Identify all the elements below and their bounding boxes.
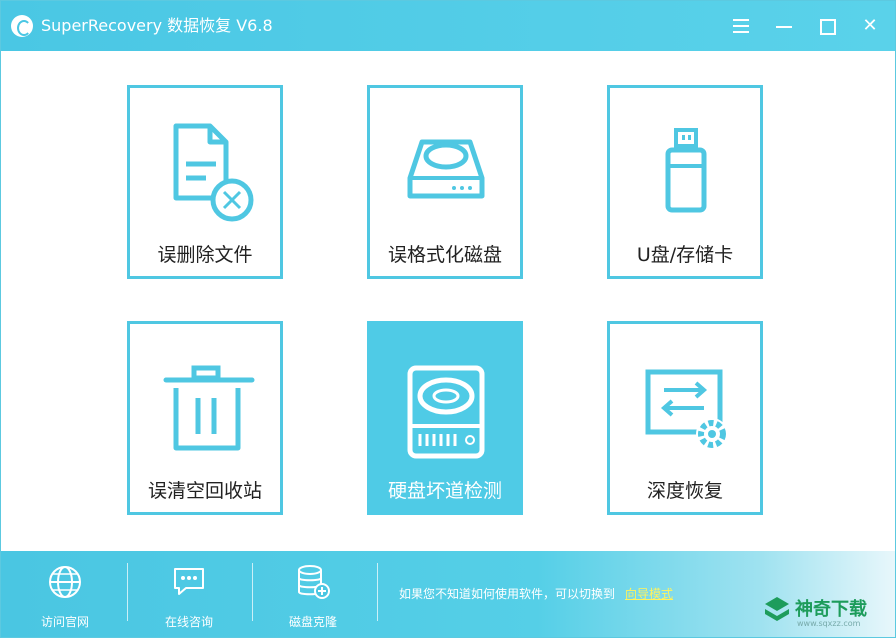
footer-bar: 访问官网 在线咨询 磁盘克隆 如果您不知道如何使用软件，可以切换到 向导模式 神…: [1, 551, 895, 637]
divider: [252, 563, 253, 621]
minimize-button[interactable]: [771, 13, 797, 39]
mode-card-formatted-disk[interactable]: 误格式化磁盘: [367, 85, 523, 279]
online-consult-button[interactable]: 在线咨询: [139, 561, 239, 631]
minimize-icon: [776, 26, 792, 28]
watermark: 神奇下载 www.sqxzz.com: [763, 593, 888, 633]
guide-hint-text: 如果您不知道如何使用软件，可以切换到: [399, 587, 616, 601]
mode-label: 误删除文件: [157, 244, 253, 266]
divider: [127, 563, 128, 621]
hamburger-icon: [733, 19, 749, 21]
hard-drive-scan-icon: [407, 365, 485, 459]
globe-icon: [49, 566, 81, 598]
mode-card-deep-recovery[interactable]: 深度恢复: [607, 321, 763, 515]
mode-label: 硬盘坏道检测: [387, 480, 502, 502]
recycle-bin-icon: [163, 365, 255, 451]
watermark-logo-icon: [765, 597, 789, 621]
visit-website-button[interactable]: 访问官网: [15, 561, 115, 631]
menu-button[interactable]: [728, 13, 754, 39]
deep-recovery-icon: [645, 369, 728, 450]
close-icon: ✕: [862, 15, 878, 36]
maximize-icon: [820, 19, 836, 35]
disk-clone-button[interactable]: 磁盘克隆: [263, 561, 363, 631]
maximize-button[interactable]: [814, 13, 840, 39]
window-title: SuperRecovery 数据恢复 V6.8: [41, 16, 273, 35]
divider: [377, 563, 378, 621]
chat-icon: [174, 568, 204, 595]
mode-card-deleted-files[interactable]: 误删除文件: [127, 85, 283, 279]
title-bar[interactable]: SuperRecovery 数据恢复 V6.8 ✕: [1, 1, 895, 51]
footer-label: 磁盘克隆: [288, 615, 337, 629]
database-clone-icon: [298, 565, 330, 599]
mode-label: 误格式化磁盘: [387, 244, 502, 266]
mode-label: 误清空回收站: [147, 480, 262, 502]
watermark-text: 神奇下载: [795, 599, 867, 620]
mode-label: U盘/存储卡: [636, 244, 734, 266]
footer-label: 访问官网: [40, 615, 89, 629]
disk-icon: [407, 139, 485, 199]
watermark-url: www.sqxzz.com: [797, 619, 861, 628]
mode-label: 深度恢复: [646, 480, 723, 502]
guide-mode-link[interactable]: 向导模式: [625, 585, 673, 602]
usb-drive-icon: [665, 128, 707, 213]
footer-label: 在线咨询: [164, 615, 213, 629]
close-button[interactable]: ✕: [857, 13, 883, 39]
app-logo-icon: [11, 15, 33, 37]
deleted-file-icon: [173, 123, 254, 222]
app-window: SuperRecovery 数据恢复 V6.8 ✕ 误删除文件 误格式化磁盘 U…: [0, 0, 896, 638]
mode-card-usb-storage[interactable]: U盘/存储卡: [607, 85, 763, 279]
mode-card-recycle-bin[interactable]: 误清空回收站: [127, 321, 283, 515]
mode-card-bad-sector-scan[interactable]: 硬盘坏道检测: [367, 321, 523, 515]
